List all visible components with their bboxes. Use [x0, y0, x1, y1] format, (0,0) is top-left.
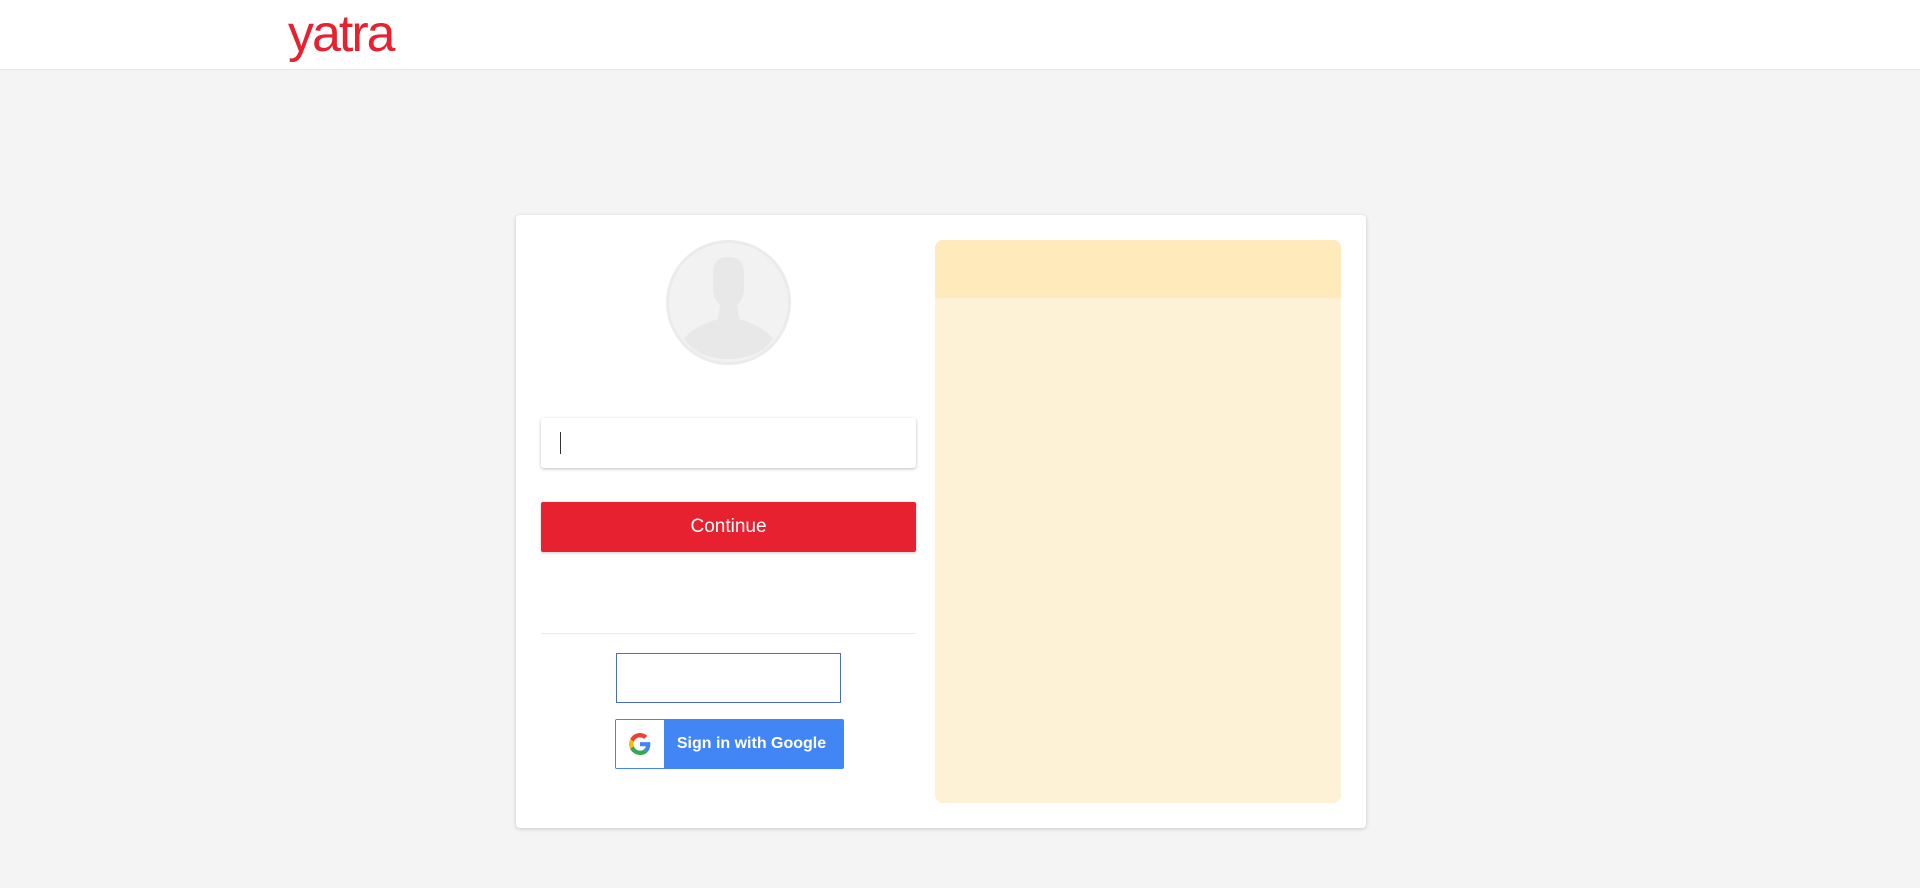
- section-divider: [541, 633, 916, 634]
- continue-button[interactable]: Continue: [541, 502, 916, 552]
- yatra-logo[interactable]: yatra: [288, 8, 396, 60]
- google-g-icon: [616, 720, 664, 768]
- google-signin-button[interactable]: Sign in with Google: [615, 719, 844, 769]
- promo-panel: [935, 240, 1341, 803]
- google-signin-label: Sign in with Google: [676, 735, 827, 752]
- text-caret: [560, 432, 561, 454]
- top-header: yatra: [0, 0, 1920, 70]
- social-login-frame[interactable]: [616, 653, 841, 703]
- login-form-panel: Continue Sign in with Google: [541, 215, 916, 828]
- promo-panel-header: [935, 240, 1341, 298]
- login-card: Continue Sign in with Google: [516, 215, 1366, 828]
- email-mobile-input[interactable]: [541, 418, 916, 468]
- user-silhouette-icon: [666, 240, 791, 365]
